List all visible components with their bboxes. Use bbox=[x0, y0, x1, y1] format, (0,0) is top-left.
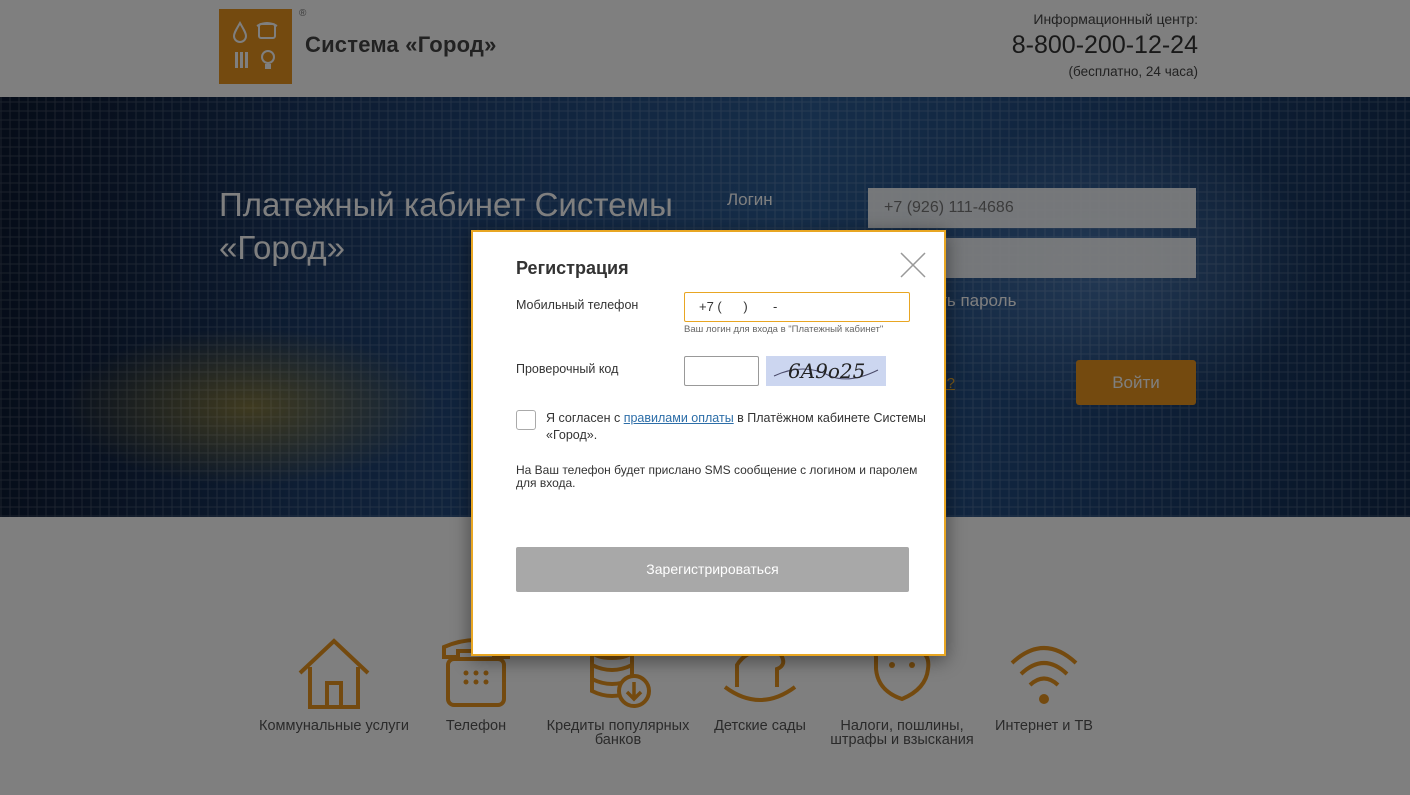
phone-label: Мобильный телефон bbox=[516, 298, 639, 312]
captcha-image[interactable]: 6A9o25 bbox=[766, 356, 886, 386]
phone-hint: Ваш логин для входа в "Платежный кабинет… bbox=[684, 324, 884, 335]
register-button[interactable]: Зарегистрироваться bbox=[516, 547, 909, 592]
code-label: Проверочный код bbox=[516, 362, 619, 376]
close-icon[interactable] bbox=[898, 250, 928, 280]
agree-checkbox[interactable] bbox=[516, 410, 536, 430]
mobile-phone-input[interactable]: +7 ( ) - bbox=[684, 292, 910, 322]
dialog-title: Регистрация bbox=[516, 258, 629, 278]
registration-dialog: Регистрация Мобильный телефон +7 ( ) - В… bbox=[471, 230, 946, 656]
captcha-text: 6A9o25 bbox=[788, 359, 865, 383]
verification-code-input[interactable] bbox=[684, 356, 759, 386]
payment-rules-link[interactable]: правилами оплаты bbox=[624, 411, 734, 425]
agree-text: Я согласен с правилами оплаты в Платёжно… bbox=[546, 411, 926, 442]
sms-note: На Ваш телефон будет прислано SMS сообще… bbox=[516, 463, 918, 490]
